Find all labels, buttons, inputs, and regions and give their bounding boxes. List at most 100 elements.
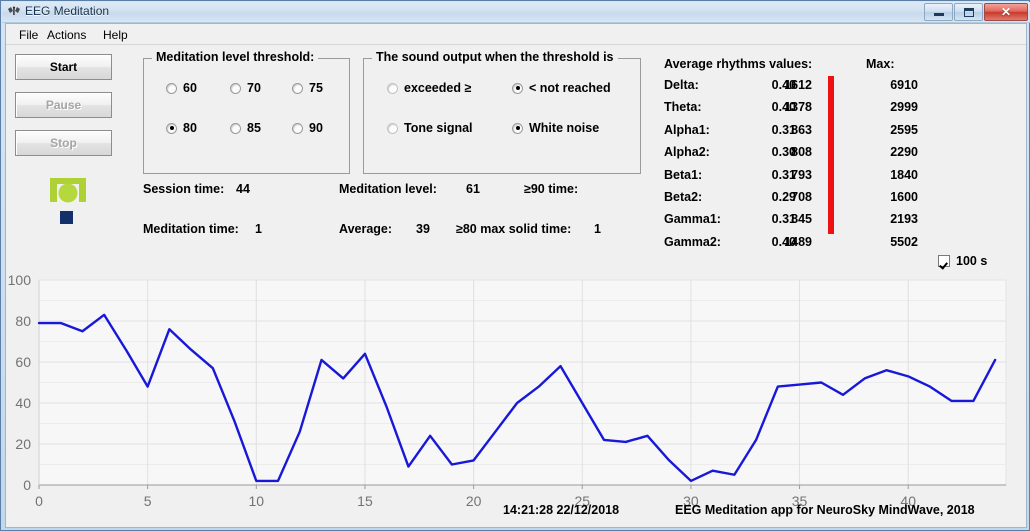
y-tick-label: 80 xyxy=(15,313,31,329)
radio-sound-exceeded[interactable]: exceeded ≥ xyxy=(387,81,471,95)
meditation-chart: 0 20 40 60 80 100 0 5 10 15 20 25 30 35 40 xyxy=(6,267,1026,527)
radio-label: Tone signal xyxy=(404,121,473,135)
rhythm-value: 708 xyxy=(791,190,812,204)
connection-status-square xyxy=(60,211,73,224)
x-tick-label: 10 xyxy=(249,493,265,509)
radio-dot-icon xyxy=(166,82,177,94)
average-value: 39 xyxy=(416,222,430,236)
stop-button[interactable]: Stop xyxy=(15,130,112,156)
app-butterfly-icon xyxy=(8,6,20,15)
average-label: Average: xyxy=(339,222,393,236)
start-button[interactable]: Start xyxy=(15,54,112,80)
radio-dot-icon xyxy=(166,122,177,134)
x-tick-label: 15 xyxy=(357,493,373,509)
rhythm-max: 2193 xyxy=(890,212,918,226)
radio-sound-white-noise[interactable]: White noise xyxy=(512,121,599,135)
radio-label: 90 xyxy=(309,121,323,135)
window-length-label: 100 s xyxy=(956,254,988,268)
rhythm-max: 2595 xyxy=(890,123,918,137)
rhythm-value: 1489 xyxy=(784,235,812,249)
rhythm-max: 2999 xyxy=(890,100,918,114)
x-tick-label: 0 xyxy=(35,493,43,509)
radio-threshold-85[interactable]: 85 xyxy=(230,121,261,135)
radio-dot-icon xyxy=(292,122,303,134)
radio-label: 75 xyxy=(309,81,323,95)
app-window: EEG Meditation ✕ File Actions Help Start… xyxy=(0,0,1030,531)
footer-timestamp: 14:21:28 22/12/2018 xyxy=(503,503,620,517)
radio-label: 70 xyxy=(247,81,261,95)
window-buttons: ✕ xyxy=(923,3,1028,21)
close-button[interactable]: ✕ xyxy=(984,3,1028,21)
window-title: EEG Meditation xyxy=(25,4,110,18)
radio-dot-icon xyxy=(512,82,523,94)
window-frame: EEG Meditation ✕ File Actions Help Start… xyxy=(0,0,1030,531)
rhythm-name: Alpha2: xyxy=(664,145,710,159)
rhythm-max: 2290 xyxy=(890,145,918,159)
y-tick-label: 40 xyxy=(15,395,31,411)
threshold-group-legend: Meditation level threshold: xyxy=(152,50,319,64)
meditation-level-value: 61 xyxy=(466,182,480,196)
y-tick-label: 0 xyxy=(23,477,31,493)
radio-threshold-80[interactable]: 80 xyxy=(166,121,197,135)
session-time-value: 44 xyxy=(236,182,250,196)
radio-dot-icon xyxy=(387,122,398,134)
radio-threshold-75[interactable]: 75 xyxy=(292,81,323,95)
rhythm-value: 808 xyxy=(791,145,812,159)
radio-threshold-70[interactable]: 70 xyxy=(230,81,261,95)
rhythms-separator-bar xyxy=(828,76,834,234)
menu-file[interactable]: File xyxy=(14,27,43,43)
radio-label: White noise xyxy=(529,121,600,135)
rhythm-name: Alpha1: xyxy=(664,123,710,137)
rhythm-name: Beta1: xyxy=(664,168,703,182)
rhythm-max: 5502 xyxy=(890,235,918,249)
radio-dot-icon xyxy=(292,82,303,94)
rhythms-header-max: Max: xyxy=(866,57,895,71)
radio-label: 60 xyxy=(183,81,197,95)
ge80-solid-value: 1 xyxy=(594,222,601,236)
rhythm-max: 1600 xyxy=(890,190,918,204)
rhythm-name: Gamma1: xyxy=(664,212,721,226)
menu-help[interactable]: Help xyxy=(98,27,133,43)
rhythm-max: 1840 xyxy=(890,168,918,182)
sound-output-group: The sound output when the threshold is e… xyxy=(363,50,641,174)
close-icon: ✕ xyxy=(1000,5,1012,19)
maximize-button[interactable] xyxy=(954,3,983,21)
radio-sound-not-reached[interactable]: < not reached xyxy=(512,81,611,95)
minimize-button[interactable] xyxy=(924,3,953,21)
footer-credit: EEG Meditation app for NeuroSky MindWave… xyxy=(675,503,975,517)
rhythm-max: 6910 xyxy=(890,78,918,92)
x-tick-label: 20 xyxy=(466,493,482,509)
chart-plot-area: 0204060801000 5 10 15 20 25 30 35 40 xyxy=(8,272,1007,509)
window-length-checkbox[interactable]: 100 s xyxy=(938,254,987,268)
rhythm-value: 863 xyxy=(791,123,812,137)
radio-label: 85 xyxy=(247,121,261,135)
y-tick-label: 60 xyxy=(15,354,31,370)
sound-output-group-legend: The sound output when the threshold is xyxy=(372,50,618,64)
y-tick-label: 100 xyxy=(8,272,32,288)
radio-sound-tone[interactable]: Tone signal xyxy=(387,121,473,135)
pause-button[interactable]: Pause xyxy=(15,92,112,118)
minimize-icon xyxy=(925,4,952,20)
menu-actions[interactable]: Actions xyxy=(42,27,91,43)
rhythm-name: Gamma2: xyxy=(664,235,721,249)
meditation-time-value: 1 xyxy=(255,222,262,236)
threshold-group: Meditation level threshold: 60 70 75 80 xyxy=(143,50,350,174)
title-bar: EEG Meditation ✕ xyxy=(2,2,1030,23)
radio-label: 80 xyxy=(183,121,197,135)
session-time-label: Session time: xyxy=(143,182,225,196)
rhythm-name: Theta: xyxy=(664,100,702,114)
radio-dot-icon xyxy=(387,82,398,94)
rhythms-header-average: Average rhythms values: xyxy=(664,57,813,71)
client-area: File Actions Help Start Pause Stop Medit… xyxy=(5,23,1027,528)
ge80-solid-label: ≥80 max solid time: xyxy=(456,222,572,236)
radio-threshold-90[interactable]: 90 xyxy=(292,121,323,135)
radio-label: exceeded ≥ xyxy=(404,81,472,95)
rhythm-name: Delta: xyxy=(664,78,699,92)
radio-threshold-60[interactable]: 60 xyxy=(166,81,197,95)
meditation-time-label: Meditation time: xyxy=(143,222,239,236)
meditation-level-label: Meditation level: xyxy=(339,182,437,196)
radio-dot-icon xyxy=(230,82,241,94)
y-tick-label: 20 xyxy=(15,436,31,452)
rhythm-name: Beta2: xyxy=(664,190,703,204)
ge90-time-label: ≥90 time: xyxy=(524,182,579,196)
